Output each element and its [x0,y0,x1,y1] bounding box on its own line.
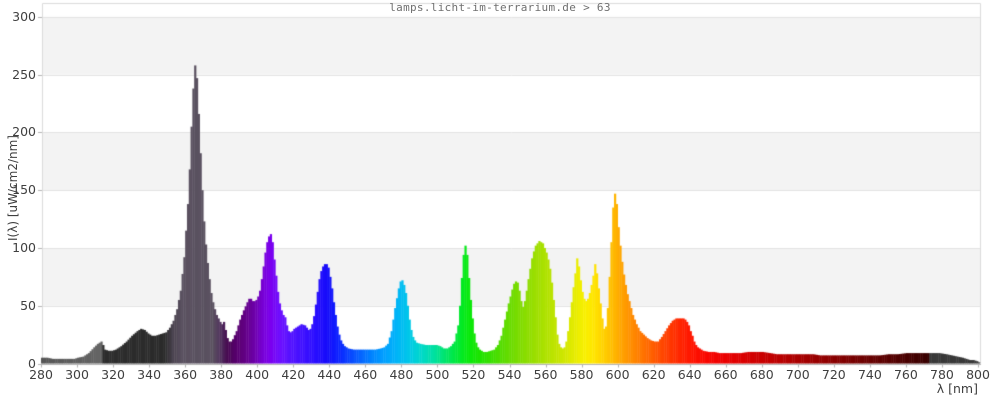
spectrum-chart: lamps.licht-im-terrarium.de > 63 I(λ) [u… [0,0,1000,400]
y-tick-label: 250 [12,66,36,82]
x-axis-unit-label: λ [nm] [936,381,978,396]
y-tick-label: 0 [28,355,36,371]
y-tick-label: 100 [12,239,36,255]
y-tick-label: 50 [20,297,36,313]
x-tick-label: 800 [966,367,990,382]
spectrum-plot-canvas [0,0,1000,400]
y-tick-label: 200 [12,124,36,140]
y-tick-label: 300 [12,8,36,24]
y-tick-label: 150 [12,182,36,198]
chart-title: lamps.licht-im-terrarium.de > 63 [389,1,611,14]
